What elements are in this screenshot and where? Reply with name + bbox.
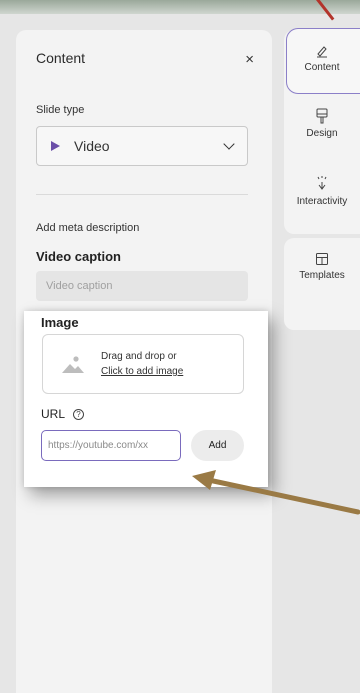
image-heading: Image — [41, 315, 79, 330]
panel-header: Content × — [36, 50, 254, 70]
help-icon[interactable]: ? — [73, 408, 85, 420]
url-input[interactable] — [41, 430, 181, 461]
pen-icon — [317, 46, 327, 58]
top-bar — [0, 0, 360, 14]
drop-text-block: Drag and drop or Click to add image — [101, 349, 183, 379]
add-meta-description-link[interactable]: Add meta description — [36, 222, 139, 234]
add-button[interactable]: Add — [191, 430, 244, 461]
slide-type-value: Video — [74, 138, 110, 154]
rail-label-templates: Templates — [299, 270, 345, 281]
grid-icon — [316, 253, 328, 265]
video-caption-input[interactable] — [36, 271, 248, 301]
chevron-down-icon — [223, 138, 235, 150]
sparkle-hand-icon — [317, 176, 327, 190]
rail-item-interactivity[interactable]: Interactivity — [284, 176, 360, 207]
drop-instruction: Drag and drop or — [101, 351, 177, 362]
rail-label-interactivity: Interactivity — [296, 196, 348, 207]
annotation-arrow — [192, 470, 360, 515]
rail-item-design[interactable]: Design — [284, 108, 360, 139]
brush-icon — [316, 108, 328, 124]
slide-type-select[interactable]: Video — [36, 126, 248, 166]
video-caption-heading: Video caption — [36, 249, 121, 264]
rail-item-templates[interactable]: Templates — [284, 252, 360, 281]
image-dropzone[interactable]: Drag and drop or Click to add image — [42, 334, 244, 394]
click-to-add-image-link[interactable]: Click to add image — [101, 364, 183, 379]
url-label-row: URL ? — [41, 407, 85, 421]
rail-label-design: Design — [306, 128, 338, 139]
image-card: Image Drag and drop or Click to add imag… — [24, 311, 268, 487]
close-button[interactable]: × — [245, 50, 254, 70]
divider — [36, 194, 248, 195]
play-icon — [51, 141, 60, 151]
image-placeholder-icon — [62, 356, 84, 373]
rail-item-content[interactable]: Content — [284, 44, 360, 73]
url-label: URL — [41, 407, 66, 421]
slide-type-label: Slide type — [36, 104, 85, 116]
panel-title: Content — [36, 50, 86, 66]
rail-label-content: Content — [304, 62, 340, 73]
